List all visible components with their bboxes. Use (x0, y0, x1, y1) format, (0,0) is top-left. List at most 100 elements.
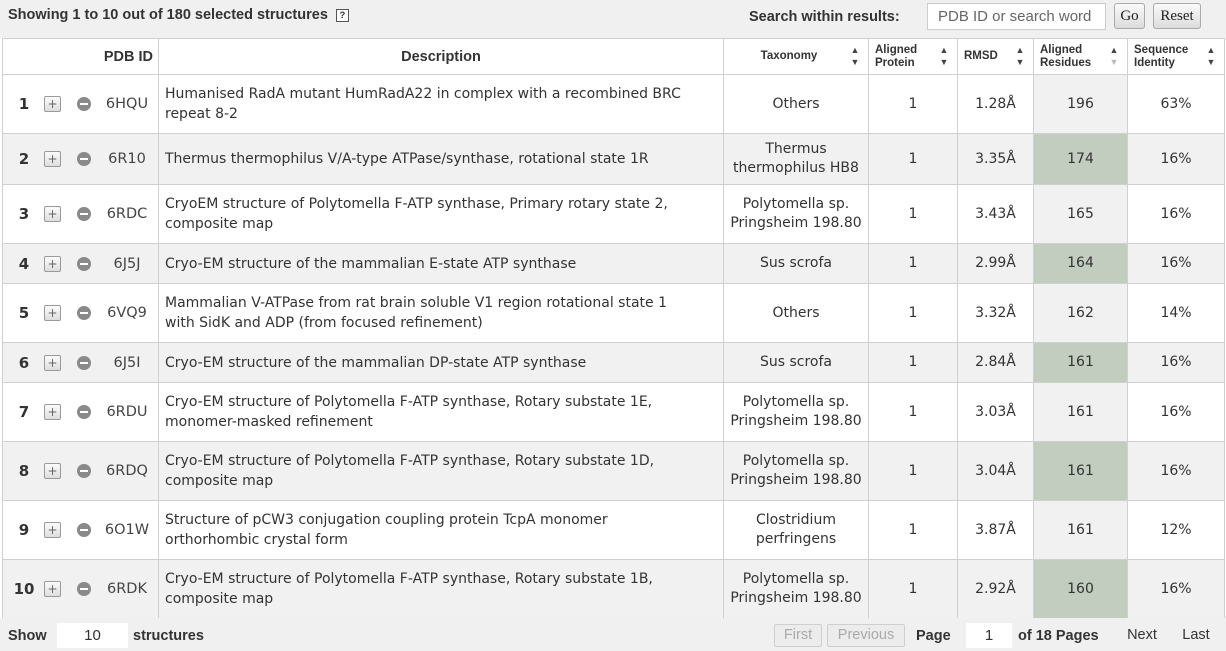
row-number: 7 (18, 403, 30, 421)
aligned-protein-cell: 1 (868, 243, 958, 284)
expand-plus-icon[interactable]: + (44, 206, 61, 222)
pdb-id-link[interactable]: 6VQ9 (99, 305, 155, 321)
circle-minus-icon[interactable] (77, 256, 91, 271)
aligned-residues-cell: 160 (1033, 559, 1128, 619)
sort-icon[interactable]: ▲ ▼ (1206, 44, 1216, 68)
expand-plus-icon[interactable]: + (44, 151, 61, 167)
previous-page-button[interactable]: Previous (827, 624, 905, 647)
table-row: 9 + 6O1W Structure of pCW3 conjugation c… (2, 500, 1225, 560)
expand-plus-icon[interactable]: + (44, 581, 61, 597)
pdb-id-link[interactable]: 6RDC (99, 206, 155, 222)
page-size-input[interactable] (57, 623, 128, 648)
description-cell: CryoEM structure of Polytomella F-ATP sy… (158, 184, 724, 244)
sort-icon[interactable]: ▲ ▼ (850, 44, 860, 68)
taxonomy-cell: Others (723, 283, 869, 343)
column-header-aligned-protein[interactable]: Aligned Protein ▲ ▼ (868, 38, 958, 75)
circle-minus-icon[interactable] (77, 152, 91, 166)
sort-icon[interactable]: ▲ ▼ (1015, 44, 1025, 68)
row-actions-cell: 9 + 6O1W (2, 500, 159, 560)
table-row: 4 + 6J5J Cryo-EM structure of the mammal… (2, 243, 1225, 284)
description-line: Mammalian V-ATPase from rat brain solubl… (165, 295, 667, 311)
circle-minus-icon[interactable] (77, 523, 91, 537)
circle-minus-icon[interactable] (77, 207, 91, 221)
column-header-aligned-residues[interactable]: Aligned Residues ▲ ▼ (1033, 38, 1128, 75)
expand-plus-icon[interactable]: + (44, 96, 61, 112)
column-header-label: RMSD (964, 50, 998, 63)
expand-plus-icon[interactable]: + (44, 305, 61, 321)
sequence-identity-cell: 16% (1127, 342, 1225, 383)
taxonomy-line: Sus scrofa (759, 354, 833, 370)
expand-plus-icon[interactable]: + (44, 463, 61, 479)
column-header-taxonomy[interactable]: Taxonomy ▲ ▼ (723, 38, 869, 75)
sequence-identity-cell: 16% (1127, 382, 1225, 442)
sort-icon[interactable]: ▲ ▼ (939, 44, 949, 68)
search-input[interactable] (927, 3, 1106, 30)
row-number: 4 (18, 254, 30, 273)
column-header-pdb-id[interactable]: PDB ID (2, 38, 159, 75)
table-header-row: PDB ID Description Taxonomy ▲ ▼ Aligned P… (2, 38, 1225, 75)
pdb-id-link[interactable]: 6R10 (99, 151, 155, 167)
search-label: Search within results: (749, 9, 900, 25)
pdb-id-link[interactable]: 6RDK (99, 581, 155, 597)
taxonomy-line: thermophilus HB8 (733, 160, 859, 176)
sequence-identity-cell: 16% (1127, 184, 1225, 244)
reset-button[interactable]: Reset (1153, 3, 1201, 29)
circle-minus-icon[interactable] (77, 355, 91, 370)
rmsd-cell: 3.32Å (957, 283, 1034, 343)
aligned-residues-cell: 161 (1033, 441, 1128, 501)
column-header-rmsd[interactable]: RMSD ▲ ▼ (957, 38, 1034, 75)
results-table-body: 1 + 6HQU Humanised RadA mutant HumRadA22… (2, 74, 1225, 619)
help-icon[interactable]: ? (335, 9, 349, 22)
go-button[interactable]: Go (1114, 3, 1145, 29)
first-page-button[interactable]: First (774, 624, 822, 647)
expand-plus-icon[interactable]: + (44, 354, 61, 371)
row-number: 8 (18, 462, 30, 480)
aligned-protein-cell: 1 (868, 559, 958, 619)
aligned-residues-cell: 161 (1033, 342, 1128, 383)
description-cell: Cryo-EM structure of Polytomella F-ATP s… (158, 441, 724, 501)
expand-plus-icon[interactable]: + (44, 404, 61, 420)
row-number: 1 (18, 95, 30, 113)
pdb-id-link[interactable]: 6O1W (99, 522, 155, 538)
taxonomy-line: Others (772, 304, 820, 321)
taxonomy-line: Polytomella sp. (742, 453, 850, 469)
sequence-identity-cell: 12% (1127, 500, 1225, 560)
rmsd-cell: 2.84Å (957, 342, 1034, 383)
circle-minus-icon[interactable] (77, 464, 91, 478)
pdb-id-link[interactable]: 6HQU (99, 96, 155, 112)
expand-plus-icon[interactable]: + (44, 522, 61, 538)
taxonomy-line: perfringens (755, 531, 837, 547)
circle-minus-icon[interactable] (77, 582, 91, 596)
row-actions-cell: 5 + 6VQ9 (2, 283, 159, 343)
taxonomy-cell: Others (723, 74, 869, 134)
column-header-sequence-identity[interactable]: Sequence Identity ▲ ▼ (1127, 38, 1225, 75)
circle-minus-icon[interactable] (77, 405, 91, 419)
description-line: composite map (165, 591, 274, 607)
taxonomy-cell: Sus scrofa (723, 342, 869, 383)
expand-plus-icon[interactable]: + (44, 255, 61, 272)
description-cell: Structure of pCW3 conjugation coupling p… (158, 500, 724, 560)
taxonomy-line: Pringsheim 198.80 (730, 590, 862, 606)
table-row: 5 + 6VQ9 Mammalian V-ATPase from rat bra… (2, 283, 1225, 343)
row-actions-cell: 1 + 6HQU (2, 74, 159, 134)
page-number-input[interactable] (966, 623, 1012, 648)
circle-minus-icon[interactable] (77, 97, 91, 111)
circle-minus-icon[interactable] (77, 306, 91, 320)
taxonomy-cell: Polytomella sp. Pringsheim 198.80 (723, 559, 869, 619)
aligned-protein-cell: 1 (868, 283, 958, 343)
rmsd-cell: 2.99Å (957, 243, 1034, 284)
last-page-button[interactable]: Last (1175, 624, 1217, 647)
description-line: composite map (165, 473, 274, 489)
pdb-id-link[interactable]: 6RDU (99, 404, 155, 420)
next-page-button[interactable]: Next (1119, 624, 1165, 647)
row-number: 3 (18, 205, 30, 223)
pdb-id-link[interactable]: 6J5J (99, 256, 155, 272)
aligned-residues-cell: 196 (1033, 74, 1128, 134)
row-actions-cell: 7 + 6RDU (2, 382, 159, 442)
pdb-id-link[interactable]: 6J5I (99, 355, 155, 371)
row-actions-cell: 4 + 6J5J (2, 243, 159, 284)
sort-icon-active[interactable]: ▲ ▼ (1109, 44, 1119, 68)
taxonomy-line: Pringsheim 198.80 (730, 215, 862, 231)
pdb-id-link[interactable]: 6RDQ (99, 463, 155, 479)
row-actions-cell: 10 + 6RDK (2, 559, 159, 619)
